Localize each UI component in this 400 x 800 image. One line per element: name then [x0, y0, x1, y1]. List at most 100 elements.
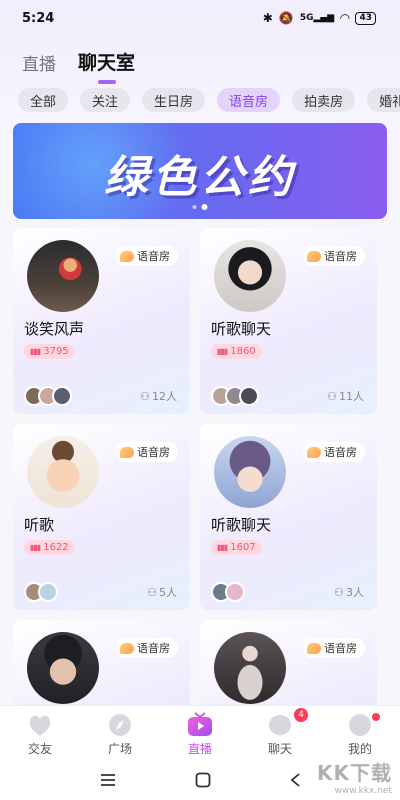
room-type-badge: 语音房	[303, 638, 365, 658]
battery-icon: 43	[355, 11, 376, 25]
nav-label: 直播	[187, 742, 212, 756]
chip-wedding[interactable]: 婚礼	[367, 88, 400, 112]
chip-birthday[interactable]: 生日房	[142, 88, 206, 112]
member-avatars	[24, 582, 58, 602]
notification-dot	[372, 713, 380, 721]
top-tabs: 直播 聊天室	[22, 48, 136, 84]
tab-live[interactable]: 直播	[22, 50, 56, 75]
signal-icon: 5G▂▄▆	[299, 13, 335, 23]
member-count: ⚇ 11人	[327, 388, 364, 404]
room-type-badge: 语音房	[116, 246, 178, 266]
person-icon: ⚇	[140, 389, 150, 403]
member-avatars	[211, 386, 259, 406]
profile-icon	[349, 714, 371, 736]
room-type-label: 语音房	[324, 642, 357, 655]
voice-bubble-icon	[120, 642, 134, 654]
voice-bubble-icon	[307, 250, 321, 262]
room-type-label: 语音房	[137, 446, 170, 459]
friends-icon	[29, 715, 51, 736]
banner-pagination	[192, 204, 208, 210]
nav-item-plaza[interactable]: 广场	[80, 706, 160, 760]
bluetooth-icon: ✱	[262, 11, 273, 25]
heat-badge: ▮▮▮ 3795	[24, 344, 75, 359]
room-type-badge: 语音房	[303, 246, 365, 266]
bottom-nav: 交友 广场 直播 4 聊天 我的	[0, 705, 400, 760]
heat-value: 1860	[230, 346, 256, 357]
home-icon[interactable]	[195, 772, 211, 788]
compass-icon	[109, 714, 131, 736]
wifi-icon: ◠	[340, 11, 350, 25]
member-count-value: 5人	[159, 586, 177, 599]
room-type-label: 语音房	[137, 642, 170, 655]
nav-item-live[interactable]: 直播	[160, 706, 240, 760]
menu-icon[interactable]	[99, 773, 117, 787]
member-count: ⚇ 5人	[147, 584, 177, 600]
tab-chatroom[interactable]: 聊天室	[78, 48, 136, 84]
room-card[interactable]: 语音房 听歌聊天 ▮▮▮ 1860 ⚇ 11人	[200, 228, 377, 414]
voice-bubble-icon	[120, 250, 134, 262]
room-card[interactable]: 语音房 听歌聊天 ▮▮▮ 1607 ⚇ 3人	[200, 424, 377, 610]
heat-badge: ▮▮▮ 1622	[24, 540, 75, 555]
room-avatar	[214, 632, 286, 704]
unread-badge: 4	[294, 708, 308, 722]
heat-badge: ▮▮▮ 1860	[211, 344, 262, 359]
heat-badge: ▮▮▮ 1607	[211, 540, 262, 555]
banner-title: 绿色公约	[104, 152, 296, 203]
member-count-value: 11人	[339, 390, 364, 403]
chip-follow[interactable]: 关注	[80, 88, 131, 112]
category-chips: 全部 关注 生日房 语音房 拍卖房 婚礼	[18, 88, 400, 112]
room-type-label: 语音房	[137, 250, 170, 263]
room-avatar	[27, 632, 99, 704]
member-count-value: 3人	[346, 586, 364, 599]
tab-chatroom-label: 聊天室	[78, 52, 136, 74]
member-avatar	[225, 582, 245, 602]
back-icon[interactable]	[289, 772, 301, 788]
person-icon: ⚇	[147, 585, 157, 599]
status-icons: ✱ 🔕 5G▂▄▆ ◠ 43	[263, 11, 376, 25]
heat-icon: ▮▮▮	[217, 543, 228, 552]
nav-item-friends[interactable]: 交友	[0, 706, 80, 760]
room-name: 谈笑风声	[24, 320, 85, 338]
chip-all[interactable]: 全部	[18, 88, 69, 112]
active-tab-indicator	[97, 80, 116, 84]
room-avatar	[214, 240, 286, 312]
room-type-badge: 语音房	[303, 442, 365, 462]
heat-value: 3795	[43, 346, 69, 357]
room-card[interactable]: 语音房 谈笑风声 ▮▮▮ 3795 ⚇ 12人	[13, 228, 190, 414]
heat-icon: ▮▮▮	[30, 543, 41, 552]
clock: 5:24	[22, 10, 55, 26]
chip-auction[interactable]: 拍卖房	[292, 88, 356, 112]
tv-icon	[188, 712, 212, 736]
pagination-dot-active	[201, 204, 208, 210]
person-icon: ⚇	[327, 389, 337, 403]
nav-item-chat[interactable]: 4 聊天	[240, 706, 320, 760]
member-avatars	[24, 386, 72, 406]
member-avatar	[52, 386, 72, 406]
promo-banner[interactable]: 绿色公约	[13, 123, 387, 219]
voice-bubble-icon	[120, 446, 134, 458]
room-name: 听歌	[24, 516, 55, 534]
member-avatar	[38, 582, 58, 602]
member-avatars	[211, 582, 245, 602]
status-bar: 5:24 ✱ 🔕 5G▂▄▆ ◠ 43	[0, 0, 400, 36]
chip-voice-room[interactable]: 语音房	[217, 88, 281, 112]
heat-icon: ▮▮▮	[30, 347, 41, 356]
mute-bell-icon: 🔕	[278, 11, 294, 25]
heat-value: 1607	[230, 542, 256, 553]
member-count-value: 12人	[152, 390, 177, 403]
voice-bubble-icon	[307, 642, 321, 654]
member-avatar	[239, 386, 259, 406]
nav-label: 聊天	[267, 742, 292, 756]
watermark: KK下载 www.kkx.net	[317, 757, 392, 796]
room-type-label: 语音房	[324, 250, 357, 263]
watermark-url: www.kkx.net	[334, 786, 393, 796]
room-card[interactable]: 语音房 听歌 ▮▮▮ 1622 ⚇ 5人	[13, 424, 190, 610]
room-name: 听歌聊天	[211, 516, 272, 534]
heat-value: 1622	[43, 542, 69, 553]
room-avatar	[27, 240, 99, 312]
nav-label: 广场	[107, 742, 132, 756]
watermark-logo: KK下载	[317, 761, 392, 785]
nav-item-me[interactable]: 我的	[320, 706, 400, 760]
member-count: ⚇ 12人	[140, 388, 177, 404]
pagination-dot	[192, 205, 197, 209]
